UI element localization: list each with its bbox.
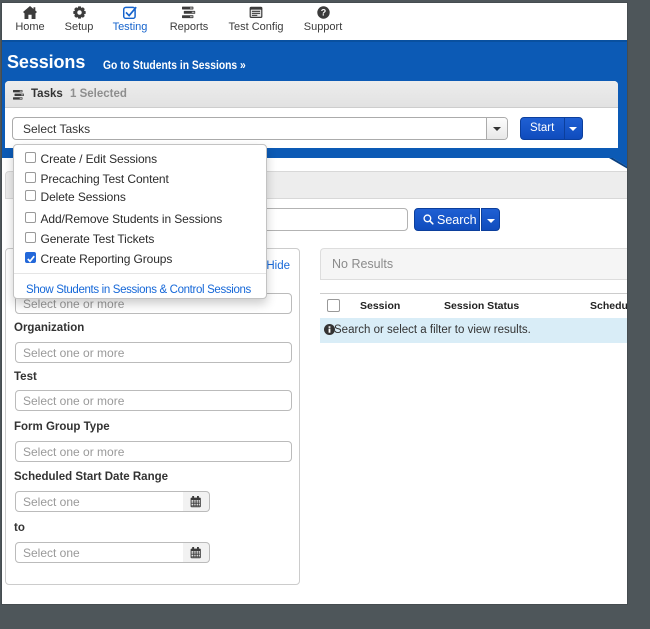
svg-text:?: ? bbox=[320, 8, 326, 18]
